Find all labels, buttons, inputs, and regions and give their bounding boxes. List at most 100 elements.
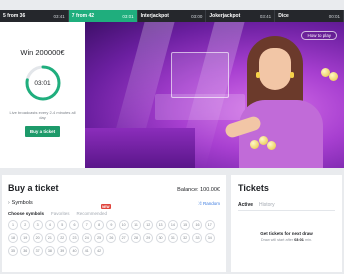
number-ball[interactable]: 5 bbox=[57, 220, 68, 230]
win-title: Win 200000€ bbox=[20, 48, 65, 57]
tab-label: 5 from 36 bbox=[3, 13, 26, 19]
number-ball[interactable]: 20 bbox=[32, 233, 43, 243]
chevron-right-icon: › bbox=[8, 200, 10, 206]
host-face bbox=[259, 48, 291, 90]
random-label: Random bbox=[202, 200, 220, 206]
tab-time: 03:41 bbox=[259, 13, 272, 19]
balance: Balance: 100.00€ bbox=[177, 187, 220, 193]
symbols-toggle[interactable]: › Symbols bbox=[8, 200, 33, 206]
number-ball[interactable]: 24 bbox=[81, 233, 92, 243]
number-ball[interactable]: 17 bbox=[204, 220, 215, 230]
tickets-tabs: Active History bbox=[238, 202, 335, 211]
number-ball[interactable]: 7 bbox=[81, 220, 92, 230]
draw-start-note: Draw will start after 03:01 min. bbox=[238, 238, 335, 242]
number-ball[interactable]: 26 bbox=[106, 233, 117, 243]
number-ball[interactable]: 31 bbox=[167, 233, 178, 243]
lottery-ball bbox=[267, 141, 276, 150]
lottery-machine bbox=[171, 52, 229, 98]
countdown-timer: 03:01 bbox=[23, 63, 63, 103]
number-ball[interactable]: 16 bbox=[192, 220, 203, 230]
subtab-choose-symbols[interactable]: Choose symbols bbox=[8, 211, 44, 216]
subtab-label: Recommended bbox=[76, 211, 108, 216]
number-grid: 1 2 3 4 5 6 7 8 9 10 11 12 13 14 15 16 17 18 19 20 21 22 23 24 2… bbox=[8, 220, 220, 256]
number-ball[interactable]: 27 bbox=[118, 233, 129, 243]
tab-interjackpot[interactable]: Interjackpot 03:00 bbox=[138, 10, 207, 22]
number-ball[interactable]: 42 bbox=[94, 246, 105, 256]
live-broadcast-image: How to play bbox=[85, 22, 344, 168]
buy-ticket-card: Buy a ticket Balance: 100.00€ › Symbols … bbox=[2, 175, 226, 272]
number-ball[interactable]: 3 bbox=[32, 220, 43, 230]
earring bbox=[290, 72, 294, 78]
number-ball[interactable]: 19 bbox=[20, 233, 31, 243]
number-ball[interactable]: 2 bbox=[20, 220, 31, 230]
number-ball[interactable]: 18 bbox=[8, 233, 18, 243]
tab-jokerjackpot[interactable]: Jokerjackpot 03:41 bbox=[206, 10, 276, 22]
hero-info-panel: Win 200000€ 03:01 Live broadcasts every … bbox=[0, 22, 85, 168]
tab-history[interactable]: History bbox=[259, 202, 275, 208]
tab-time: 03:00 bbox=[191, 13, 203, 19]
shuffle-icon: ⤨ bbox=[197, 200, 201, 206]
number-ball[interactable]: 39 bbox=[57, 246, 68, 256]
tab-time: 03:01 bbox=[122, 13, 134, 19]
number-ball[interactable]: 15 bbox=[180, 220, 191, 230]
number-ball[interactable]: 29 bbox=[143, 233, 154, 243]
tab-time: 00:01 bbox=[328, 13, 340, 19]
draw-start-time: 03:01 bbox=[294, 238, 304, 242]
number-ball[interactable]: 30 bbox=[155, 233, 166, 243]
new-badge: NEW bbox=[100, 204, 112, 209]
number-ball[interactable]: 35 bbox=[8, 246, 18, 256]
number-ball[interactable]: 25 bbox=[94, 233, 105, 243]
number-ball[interactable]: 36 bbox=[20, 246, 31, 256]
number-ball[interactable]: 10 bbox=[118, 220, 129, 230]
studio-counter bbox=[85, 128, 195, 168]
number-ball[interactable]: 34 bbox=[204, 233, 215, 243]
number-ball[interactable]: 4 bbox=[44, 220, 55, 230]
tab-7-from-42[interactable]: 7 from 42 03:01 bbox=[68, 10, 138, 22]
countdown-value: 03:01 bbox=[34, 79, 51, 87]
tickets-empty-message: Get tickets for next draw bbox=[260, 231, 313, 236]
tab-dice[interactable]: Dice 00:01 bbox=[275, 10, 344, 22]
tickets-card: Tickets Active History Get tickets for n… bbox=[231, 175, 342, 272]
number-ball[interactable]: 14 bbox=[167, 220, 178, 230]
buy-ticket-button[interactable]: Buy a ticket bbox=[24, 126, 61, 137]
broadcast-note: Live broadcasts every 2-4 minutes all da… bbox=[9, 110, 76, 120]
number-ball[interactable]: 33 bbox=[192, 233, 203, 243]
number-ball[interactable]: 11 bbox=[130, 220, 141, 230]
buy-title: Buy a ticket bbox=[8, 183, 59, 193]
number-ball[interactable]: 40 bbox=[69, 246, 80, 256]
number-ball[interactable]: 6 bbox=[69, 220, 80, 230]
number-ball[interactable]: 32 bbox=[180, 233, 191, 243]
number-ball[interactable]: 13 bbox=[155, 220, 166, 230]
subtab-label: Favorites bbox=[51, 211, 70, 216]
subtab-recommended[interactable]: Recommended NEW bbox=[76, 204, 112, 216]
number-ball[interactable]: 8 bbox=[94, 220, 105, 230]
tab-5-from-36[interactable]: 5 from 36 03:41 bbox=[0, 10, 69, 22]
earring bbox=[256, 72, 260, 78]
lottery-ball bbox=[250, 140, 259, 149]
number-ball[interactable]: 22 bbox=[57, 233, 68, 243]
number-ball[interactable]: 37 bbox=[32, 246, 43, 256]
number-ball[interactable]: 12 bbox=[143, 220, 154, 230]
number-ball[interactable]: 38 bbox=[44, 246, 55, 256]
tab-label: 7 from 42 bbox=[71, 13, 95, 19]
subtab-favorites[interactable]: Favorites bbox=[51, 211, 70, 216]
hero-section: Win 200000€ 03:01 Live broadcasts every … bbox=[0, 22, 344, 168]
random-button[interactable]: ⤨ Random bbox=[197, 201, 220, 206]
symbols-label: Symbols bbox=[11, 200, 33, 206]
tab-label: Jokerjackpot bbox=[209, 13, 241, 19]
tickets-title: Tickets bbox=[238, 183, 269, 193]
tab-label: Interjackpot bbox=[140, 13, 169, 19]
host-body bbox=[239, 100, 323, 168]
draw-start-suffix: min. bbox=[303, 238, 313, 242]
tab-time: 03:41 bbox=[53, 13, 65, 19]
number-ball[interactable]: 23 bbox=[69, 233, 80, 243]
number-ball[interactable]: 1 bbox=[8, 220, 18, 230]
number-ball[interactable]: 41 bbox=[81, 246, 92, 256]
number-ball[interactable]: 9 bbox=[106, 220, 117, 230]
number-ball[interactable]: 21 bbox=[44, 233, 55, 243]
number-ball[interactable]: 28 bbox=[130, 233, 141, 243]
how-to-play-button[interactable]: How to play bbox=[301, 31, 337, 40]
tab-label: Dice bbox=[278, 13, 289, 19]
draw-start-prefix: Draw will start after bbox=[260, 238, 295, 242]
tab-active[interactable]: Active bbox=[238, 202, 253, 208]
